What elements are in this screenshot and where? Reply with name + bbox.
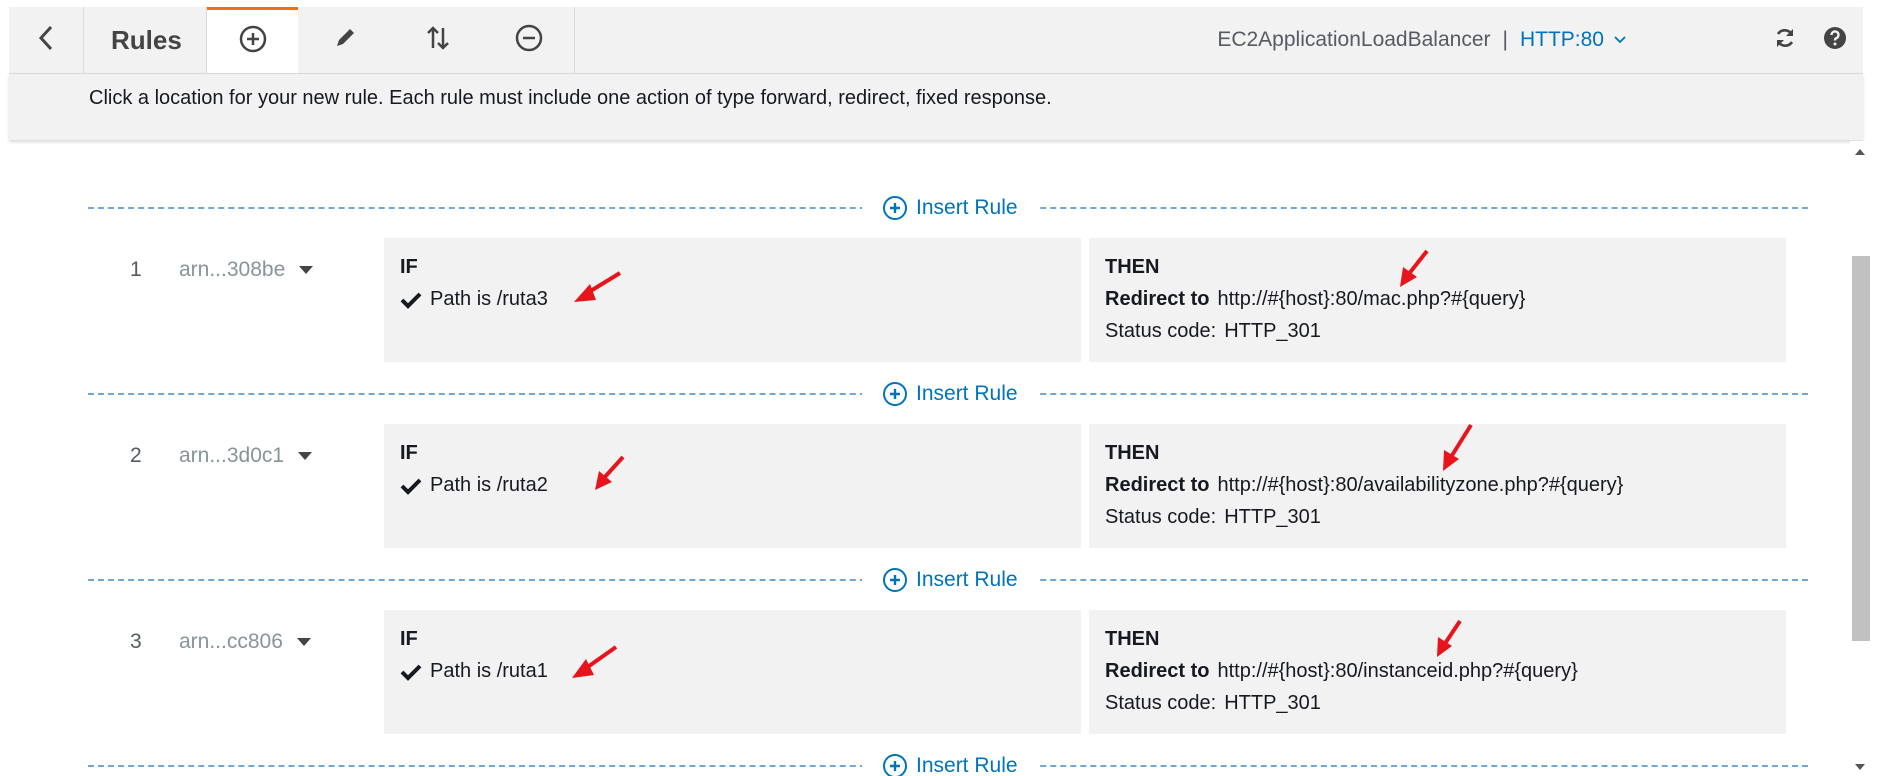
condition-key: Path is xyxy=(430,288,492,310)
rules-list: Insert Rule 1 arn...308be IF Path is /ru… xyxy=(0,141,1850,776)
if-label: IF xyxy=(400,256,418,278)
refresh-button[interactable] xyxy=(1765,7,1805,73)
condition-key: Path is xyxy=(430,474,492,496)
condition-key: Path is xyxy=(430,660,492,682)
insert-rule-label: Insert Rule xyxy=(916,754,1018,776)
status-value: HTTP_301 xyxy=(1224,320,1321,342)
status-code: Status code: HTTP_301 xyxy=(1105,506,1321,529)
checkmark-icon xyxy=(400,663,422,681)
rule-actions: THEN Redirect to http://#{host}:80/mac.ph… xyxy=(1089,238,1786,362)
rules-toolbar: Rules EC2ApplicationLoadBalancer | HTTP:… xyxy=(9,7,1863,74)
insert-rule-label: Insert Rule xyxy=(916,568,1018,591)
status-label: Status code: xyxy=(1105,320,1217,342)
status-label: Status code: xyxy=(1105,692,1217,714)
annotation-arrow-icon xyxy=(574,271,622,302)
listener-selector[interactable]: EC2ApplicationLoadBalancer | HTTP:80 xyxy=(1217,7,1627,73)
redirect-action: Redirect to http://#{host}:80/availabilit… xyxy=(1105,474,1623,497)
vertical-scrollbar[interactable] xyxy=(1850,141,1870,776)
redirect-action: Redirect to http://#{host}:80/mac.php?#{q… xyxy=(1105,288,1526,311)
rule-arn-dropdown[interactable]: arn...3d0c1 xyxy=(179,444,313,468)
rule-arn-dropdown[interactable]: arn...308be xyxy=(179,258,314,282)
redirect-url: http://#{host}:80/availabilityzone.php?#… xyxy=(1217,474,1624,496)
chevron-down-icon xyxy=(1613,35,1627,45)
add-rules-tab[interactable] xyxy=(207,7,299,73)
insert-rule-button[interactable]: Insert Rule xyxy=(862,750,1038,776)
rule-arn-dropdown[interactable]: arn...cc806 xyxy=(179,630,311,654)
status-value: HTTP_301 xyxy=(1224,506,1321,528)
then-label: THEN xyxy=(1105,442,1160,464)
scroll-down-icon[interactable] xyxy=(1855,764,1865,770)
insert-rule-label: Insert Rule xyxy=(916,382,1018,405)
annotation-arrow-icon xyxy=(1443,423,1473,471)
action-label: Redirect to xyxy=(1105,474,1210,496)
scrollbar-thumb[interactable] xyxy=(1852,256,1870,641)
info-bar: Click a location for your new rule. Each… xyxy=(9,74,1863,140)
rule-priority: 1 xyxy=(130,258,142,281)
delete-rules-tab[interactable] xyxy=(483,7,575,73)
minus-circle-icon xyxy=(514,23,544,58)
checkmark-icon xyxy=(400,477,422,495)
info-message: Click a location for your new rule. Each… xyxy=(89,87,1052,109)
rule-priority: 3 xyxy=(130,630,142,653)
status-label: Status code: xyxy=(1105,506,1217,528)
listener-dropdown[interactable]: HTTP:80 xyxy=(1520,28,1627,52)
sort-arrows-icon xyxy=(425,24,451,57)
edit-rules-tab[interactable] xyxy=(298,7,393,73)
page-title: Rules xyxy=(83,7,207,73)
annotation-arrow-icon xyxy=(1437,619,1462,657)
redirect-url: http://#{host}:80/instanceid.php?#{query… xyxy=(1217,660,1578,682)
rule-arn-label: arn...3d0c1 xyxy=(179,444,285,467)
help-button[interactable] xyxy=(1815,7,1855,73)
plus-circle-icon xyxy=(882,195,908,221)
annotation-arrow-icon xyxy=(1400,249,1429,287)
status-code: Status code: HTTP_301 xyxy=(1105,320,1321,343)
listener-label: HTTP:80 xyxy=(1519,28,1604,51)
refresh-icon xyxy=(1773,26,1797,55)
checkmark-icon xyxy=(400,291,422,309)
caret-down-icon xyxy=(298,452,313,460)
rule-arn-label: arn...cc806 xyxy=(179,630,283,653)
insert-rule-button[interactable]: Insert Rule xyxy=(862,192,1038,224)
rule-arn-label: arn...308be xyxy=(179,258,286,281)
annotation-arrow-icon xyxy=(572,645,618,678)
condition-value: /ruta3 xyxy=(496,288,548,310)
insert-rule-label: Insert Rule xyxy=(916,196,1018,219)
caret-down-icon xyxy=(296,638,311,646)
condition-value: /ruta2 xyxy=(496,474,548,496)
insert-rule-button[interactable]: Insert Rule xyxy=(862,378,1038,410)
rule-priority: 2 xyxy=(130,444,142,467)
redirect-url: http://#{host}:80/mac.php?#{query} xyxy=(1217,288,1526,310)
chevron-left-icon xyxy=(36,23,56,58)
separator: | xyxy=(1502,28,1508,51)
status-value: HTTP_301 xyxy=(1224,692,1321,714)
rule-conditions: IF Path is /ruta3 xyxy=(384,238,1081,362)
help-icon xyxy=(1823,26,1847,55)
action-label: Redirect to xyxy=(1105,288,1210,310)
plus-circle-icon xyxy=(882,381,908,407)
status-code: Status code: HTTP_301 xyxy=(1105,692,1321,715)
rule-conditions: IF Path is /ruta2 xyxy=(384,424,1081,548)
redirect-action: Redirect to http://#{host}:80/instanceid.… xyxy=(1105,660,1578,683)
load-balancer-name: EC2ApplicationLoadBalancer xyxy=(1217,28,1491,51)
pencil-icon xyxy=(332,25,358,56)
if-label: IF xyxy=(400,628,418,650)
plus-circle-icon xyxy=(882,567,908,593)
then-label: THEN xyxy=(1105,628,1160,650)
back-button[interactable] xyxy=(9,7,84,73)
then-label: THEN xyxy=(1105,256,1160,278)
rule-conditions: IF Path is /ruta1 xyxy=(384,610,1081,734)
plus-circle-icon xyxy=(238,24,268,59)
caret-down-icon xyxy=(299,266,314,274)
condition-value: /ruta1 xyxy=(496,660,548,682)
scroll-up-icon[interactable] xyxy=(1855,149,1865,155)
if-label: IF xyxy=(400,442,418,464)
action-label: Redirect to xyxy=(1105,660,1210,682)
condition-item: Path is /ruta1 xyxy=(400,660,548,683)
annotation-arrow-icon xyxy=(595,455,625,490)
plus-circle-icon xyxy=(882,753,908,776)
condition-item: Path is /ruta3 xyxy=(400,288,548,311)
insert-rule-button[interactable]: Insert Rule xyxy=(862,564,1038,596)
condition-item: Path is /ruta2 xyxy=(400,474,548,497)
reorder-rules-tab[interactable] xyxy=(392,7,484,73)
